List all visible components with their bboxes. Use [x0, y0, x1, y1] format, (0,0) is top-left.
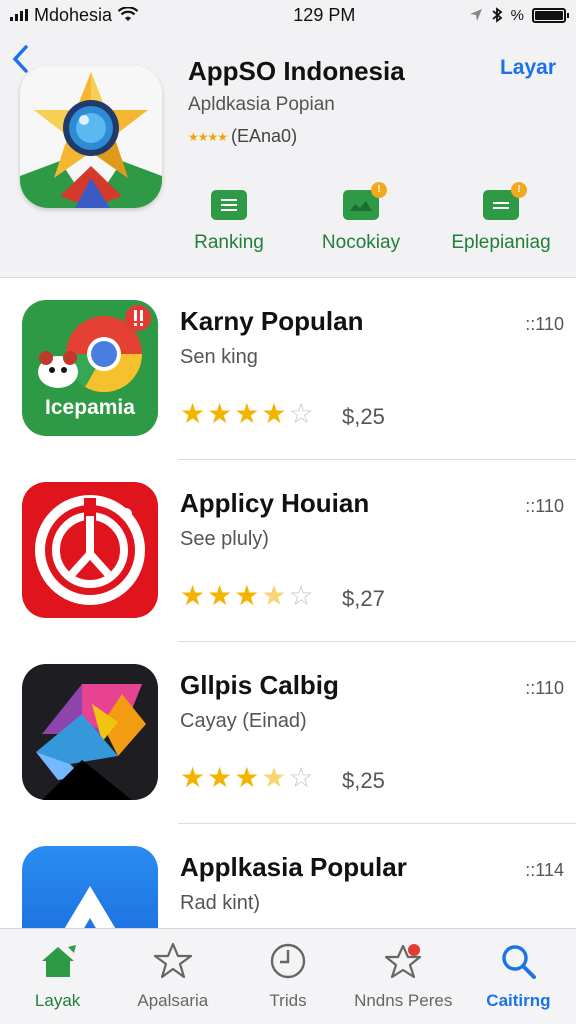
layar-button[interactable]: Layar	[500, 56, 556, 80]
star-icon: ★	[234, 762, 260, 793]
star-icon: ★	[234, 398, 260, 429]
clock-icon	[270, 943, 306, 979]
list-item[interactable]: Applkasia Popular Rad kint) ::114	[0, 824, 576, 928]
battery-percent: %	[510, 6, 524, 24]
featured-app-rating: ★★★★ (EAna0)	[188, 126, 297, 147]
app-title: Applkasia Popular	[180, 852, 407, 882]
app-count: ::110	[525, 678, 564, 698]
app-count: ::114	[525, 860, 564, 880]
app-price: $,25	[342, 404, 385, 429]
list-item[interactable]: Applicy Houian See pluly) ★ ★ ★ ★ ☆ $,27 ::1…	[0, 460, 576, 642]
app-list: Icepamia Karny Populan Sen king ★ ★ ★ ★ ☆ $,…	[0, 278, 576, 928]
featured-app-subtitle: Apldkasia Popian	[188, 94, 335, 115]
app-icon-arrow-like	[22, 664, 158, 800]
star-icon	[153, 942, 192, 979]
star-icon: ★	[180, 580, 206, 611]
quick-action-eplepianiag[interactable]: ! Eplepianiag	[416, 182, 576, 254]
quick-action-label: Eplepianiag	[451, 232, 551, 253]
tab-bar: Layak Apalsaria Trids Nndns Peres Caitir…	[0, 928, 576, 1024]
status-right: %	[469, 6, 569, 24]
app-icon-mountain-like	[22, 846, 158, 928]
carrier-name: Mdohesia	[34, 4, 113, 25]
tab-label: Apalsaria	[137, 991, 209, 1010]
star-badge-icon	[385, 944, 422, 979]
tab-trids[interactable]: Trids	[230, 929, 345, 1024]
app-icon-chrome-like: Icepamia	[22, 300, 158, 436]
star-outline-icon: ☆	[288, 398, 314, 429]
app-title: Gllpis Calbig	[180, 670, 339, 700]
star-outline-icon: ☆	[288, 580, 314, 611]
tab-label: Trids	[269, 991, 307, 1010]
status-bar: Mdohesia 129 PM %	[0, 0, 576, 30]
star-icon: ★	[234, 580, 260, 611]
tab-nndns-peres[interactable]: Nndns Peres	[346, 929, 461, 1024]
app-subtitle: Cayay (Einad)	[180, 710, 307, 732]
search-icon	[502, 945, 537, 979]
app-price: $,25	[342, 768, 385, 793]
featured-app-icon[interactable]	[20, 66, 162, 208]
wifi-icon	[118, 7, 139, 21]
home-icon	[41, 945, 76, 977]
signal-icon	[10, 9, 28, 21]
app-title: Karny Populan	[180, 306, 364, 336]
star-half-icon: ★	[261, 580, 287, 611]
tab-caitirng[interactable]: Caitirng	[461, 929, 576, 1024]
tab-label: Nndns Peres	[354, 991, 453, 1010]
tab-apalsaria[interactable]: Apalsaria	[115, 929, 230, 1024]
star-outline-icon: ☆	[288, 762, 314, 793]
rating-stars: ★ ★ ★ ★ ☆	[180, 764, 314, 792]
rating-text: (EAna0)	[231, 126, 298, 146]
folder-badge-icon: !	[343, 182, 387, 220]
app-subtitle: Rad kint)	[180, 892, 261, 914]
app-price: $,27	[342, 586, 385, 611]
star-icon: ★	[180, 398, 206, 429]
rating-stars-icon: ★★★★	[188, 129, 228, 144]
tab-layak[interactable]: Layak	[0, 929, 115, 1024]
chevron-left-icon	[12, 45, 28, 73]
list-icon	[211, 190, 247, 220]
star-icon: ★	[207, 398, 233, 429]
app-header: AppSO Indonesia Apldkasia Popian ★★★★ (E…	[0, 30, 576, 278]
app-icon-caption: Icepamia	[45, 396, 135, 419]
rating-stars: ★ ★ ★ ★ ☆	[180, 400, 314, 428]
battery-icon	[532, 7, 569, 23]
app-count: ::110	[525, 496, 564, 516]
star-icon: ★	[180, 762, 206, 793]
rating-stars: ★ ★ ★ ★ ☆	[180, 582, 314, 610]
star-icon: ★	[207, 762, 233, 793]
list-item[interactable]: Gllpis Calbig Cayay (Einad) ★ ★ ★ ★ ☆ $,25 :…	[0, 642, 576, 824]
back-button[interactable]	[10, 44, 34, 74]
app-icon-power-like	[22, 482, 158, 618]
status-time: 129 PM	[293, 4, 356, 25]
tab-label: Layak	[34, 991, 81, 1010]
app-subtitle: See pluly)	[180, 528, 269, 550]
star-icon: ★	[261, 398, 287, 429]
app-count: ::110	[525, 314, 564, 334]
bluetooth-icon	[492, 7, 503, 23]
star-lens-icon	[20, 66, 162, 208]
app-subtitle: Sen king	[180, 346, 258, 368]
star-icon: ★	[207, 580, 233, 611]
featured-app-title: AppSO Indonesia	[188, 56, 405, 86]
tab-label: Caitirng	[486, 991, 551, 1010]
list-item[interactable]: Icepamia Karny Populan Sen king ★ ★ ★ ★ ☆ $,…	[0, 278, 576, 460]
app-title: Applicy Houian	[180, 488, 370, 518]
star-half-icon: ★	[261, 762, 287, 793]
location-icon	[469, 9, 482, 21]
list-badge-icon: !	[483, 182, 527, 220]
